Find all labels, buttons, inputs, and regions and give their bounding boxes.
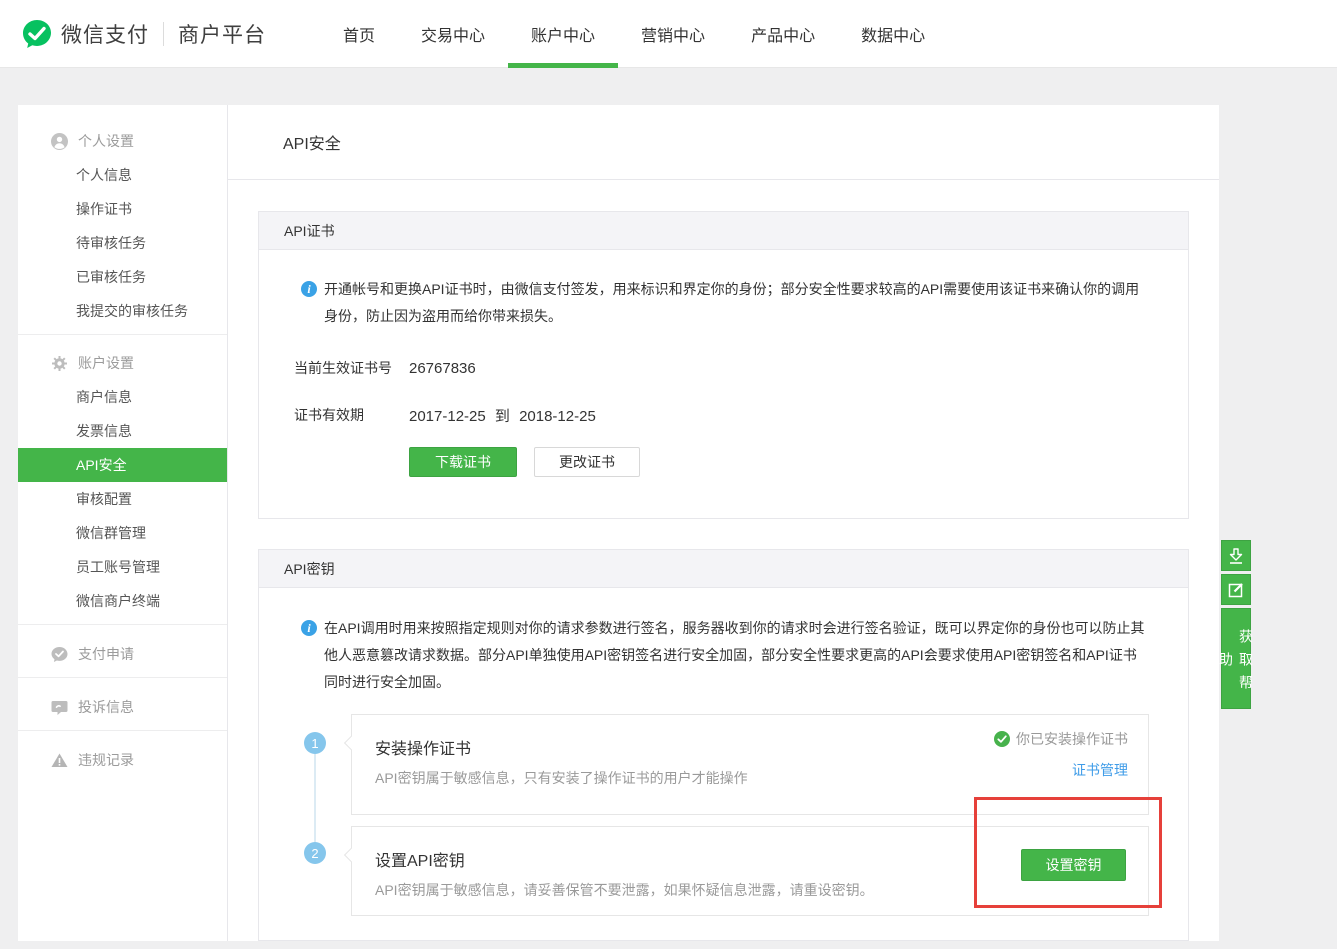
main-content: API安全 API证书 i 开通帐号和更换API证书时，由微信支付签发，用来标识… xyxy=(228,105,1219,941)
change-certificate-button[interactable]: 更改证书 xyxy=(534,447,640,477)
api-key-header: API密钥 xyxy=(258,549,1189,588)
step-1-badge: 1 xyxy=(304,732,326,754)
current-certificate-number-value: 26767836 xyxy=(409,360,476,377)
sidebar-group-title: 个人设置 xyxy=(78,131,134,151)
chat-check-icon xyxy=(51,646,68,663)
certificate-management-link[interactable]: 证书管理 xyxy=(1072,760,1128,780)
current-certificate-number-label: 当前生效证书号 xyxy=(294,358,409,378)
api-key-title: API密钥 xyxy=(284,561,335,577)
info-icon: i xyxy=(301,620,317,636)
sidebar-item-review-config[interactable]: 审核配置 xyxy=(18,482,227,516)
sidebar-group-violation-records: 违规记录 xyxy=(18,737,227,777)
wechat-pay-logo-icon xyxy=(22,19,52,49)
sidebar-item-violation-records[interactable]: 违规记录 xyxy=(18,743,227,777)
sidebar-item-wechat-group-mgmt[interactable]: 微信群管理 xyxy=(18,516,227,550)
sidebar-group-title: 账户设置 xyxy=(78,353,134,373)
sidebar-divider xyxy=(18,334,227,335)
api-certificate-header: API证书 xyxy=(258,211,1189,250)
certificate-info-text: 开通帐号和更换API证书时，由微信支付签发，用来标识和界定你的身份；部分安全性要… xyxy=(324,276,1148,330)
gear-icon xyxy=(51,355,68,372)
sidebar-item-operation-cert[interactable]: 操作证书 xyxy=(18,192,227,226)
step-2-description: API密钥属于敏感信息，请妥善保管不要泄露，如果怀疑信息泄露，请重设密钥。 xyxy=(375,880,1148,900)
api-key-info-row: i 在API调用时用来按照指定规则对你的请求参数进行签名，服务器收到你的请求时会… xyxy=(259,588,1188,696)
sidebar-divider xyxy=(18,624,227,625)
top-header: 微信支付 商户平台 首页 交易中心 账户中心 营销中心 产品中心 数据中心 xyxy=(0,0,1337,68)
sidebar-item-personal-info[interactable]: 个人信息 xyxy=(18,158,227,192)
floating-toolbar: 获取帮助 xyxy=(1221,540,1251,709)
certificate-buttons-row: 下载证书 更改证书 xyxy=(259,447,1188,477)
page-title: API安全 xyxy=(228,130,341,154)
sidebar-group-payment-application: 支付申请 xyxy=(18,631,227,671)
nav-product-center[interactable]: 产品中心 xyxy=(728,0,838,68)
certificate-validity-label: 证书有效期 xyxy=(294,405,409,425)
warning-icon xyxy=(51,752,68,769)
sidebar-item-pending-review-tasks[interactable]: 待审核任务 xyxy=(18,226,227,260)
sidebar-group-personal-settings: 个人设置 个人信息 操作证书 待审核任务 已审核任务 我提交的审核任务 xyxy=(18,105,227,328)
sidebar-item-reviewed-tasks[interactable]: 已审核任务 xyxy=(18,260,227,294)
certificate-installed-status: 你已安装操作证书 xyxy=(994,728,1128,750)
feedback-button[interactable] xyxy=(1221,574,1251,605)
primary-nav: 首页 交易中心 账户中心 营销中心 产品中心 数据中心 xyxy=(320,0,948,68)
api-key-section: API密钥 i 在API调用时用来按照指定规则对你的请求参数进行签名，服务器收到… xyxy=(258,549,1189,941)
sidebar-item-wechat-merchant-terminal[interactable]: 微信商户终端 xyxy=(18,584,227,618)
nav-home[interactable]: 首页 xyxy=(320,0,398,68)
page-title-row: API安全 xyxy=(228,105,1219,180)
edit-compose-icon xyxy=(1226,580,1246,600)
step-connector-line xyxy=(314,754,316,842)
step-1-status-area: 你已安装操作证书 证书管理 xyxy=(994,728,1128,780)
sidebar-divider xyxy=(18,677,227,678)
nav-account-center[interactable]: 账户中心 xyxy=(508,0,618,68)
certificate-info-row: i 开通帐号和更换API证书时，由微信支付签发，用来标识和界定你的身份；部分安全… xyxy=(259,250,1188,330)
user-icon xyxy=(51,133,68,150)
sidebar-item-invoice-info[interactable]: 发票信息 xyxy=(18,414,227,448)
certificate-installed-text: 你已安装操作证书 xyxy=(1016,729,1128,749)
info-icon: i xyxy=(301,281,317,297)
api-certificate-title: API证书 xyxy=(284,223,335,239)
sidebar-item-my-submitted-tasks[interactable]: 我提交的审核任务 xyxy=(18,294,227,328)
api-certificate-body: i 开通帐号和更换API证书时，由微信支付签发，用来标识和界定你的身份；部分安全… xyxy=(258,250,1189,519)
api-key-body: i 在API调用时用来按照指定规则对你的请求参数进行签名，服务器收到你的请求时会… xyxy=(258,588,1189,941)
set-api-key-button[interactable]: 设置密钥 xyxy=(1021,849,1126,881)
logo-divider xyxy=(163,22,164,46)
sidebar-item-payment-application[interactable]: 支付申请 xyxy=(18,637,227,671)
logo: 微信支付 商户平台 xyxy=(22,0,266,68)
product-name: 商户平台 xyxy=(178,19,266,49)
sidebar-group-complaint-info: 投诉信息 xyxy=(18,684,227,724)
api-certificate-section: API证书 i 开通帐号和更换API证书时，由微信支付签发，用来标识和界定你的身… xyxy=(258,211,1189,519)
nav-transaction-center[interactable]: 交易中心 xyxy=(398,0,508,68)
step-set-api-key-box: 设置API密钥 API密钥属于敏感信息，请妥善保管不要泄露，如果怀疑信息泄露，请… xyxy=(351,826,1149,916)
nav-data-center[interactable]: 数据中心 xyxy=(838,0,948,68)
sidebar-group-account-settings: 账户设置 商户信息 发票信息 API安全 审核配置 微信群管理 员工账号管理 微… xyxy=(18,341,227,618)
certificate-validity-value: 2017-12-25 到 2018-12-25 xyxy=(409,405,596,426)
content-container: 个人设置 个人信息 操作证书 待审核任务 已审核任务 我提交的审核任务 xyxy=(18,105,1219,941)
download-certificate-button[interactable]: 下载证书 xyxy=(409,447,517,477)
brand-name: 微信支付 xyxy=(61,19,149,49)
download-icon xyxy=(1226,546,1246,566)
sidebar-item-complaint-info[interactable]: 投诉信息 xyxy=(18,690,227,724)
get-help-button[interactable]: 获取帮助 xyxy=(1221,608,1251,709)
check-circle-icon xyxy=(994,731,1010,747)
step-2-badge: 2 xyxy=(304,842,326,864)
sidebar: 个人设置 个人信息 操作证书 待审核任务 已审核任务 我提交的审核任务 xyxy=(18,105,228,941)
current-certificate-number-row: 当前生效证书号 26767836 xyxy=(259,358,1188,378)
sidebar-divider xyxy=(18,730,227,731)
sidebar-item-merchant-info[interactable]: 商户信息 xyxy=(18,380,227,414)
api-key-info-text: 在API调用时用来按照指定规则对你的请求参数进行签名，服务器收到你的请求时会进行… xyxy=(324,615,1148,696)
sidebar-group-personal-settings-header: 个人设置 xyxy=(18,124,227,158)
step-install-certificate-box: 安装操作证书 API密钥属于敏感信息，只有安装了操作证书的用户才能操作 你 xyxy=(351,714,1149,815)
sidebar-item-api-security[interactable]: API安全 xyxy=(18,448,227,482)
sidebar-group-account-settings-header: 账户设置 xyxy=(18,346,227,380)
nav-marketing-center[interactable]: 营销中心 xyxy=(618,0,728,68)
chat-icon xyxy=(51,699,68,716)
sidebar-item-staff-account-mgmt[interactable]: 员工账号管理 xyxy=(18,550,227,584)
certificate-validity-row: 证书有效期 2017-12-25 到 2018-12-25 xyxy=(259,405,1188,425)
download-button[interactable] xyxy=(1221,540,1251,571)
